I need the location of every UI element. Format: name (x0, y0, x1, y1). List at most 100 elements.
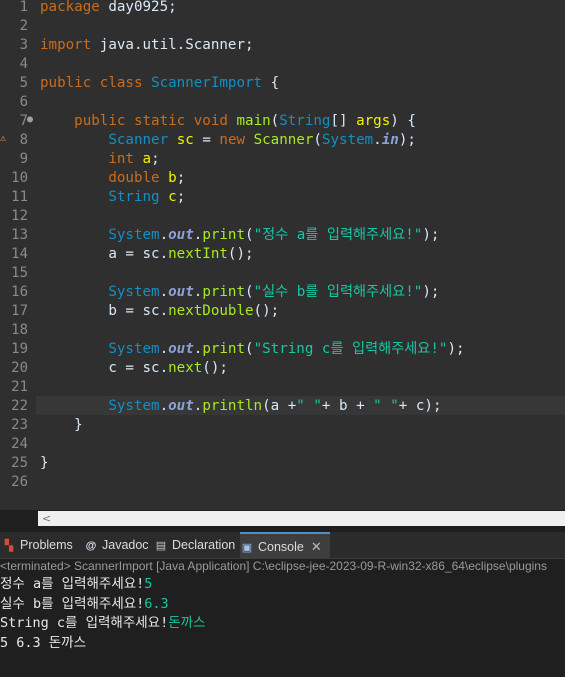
code-token: . (159, 284, 169, 300)
code-token: [] (330, 113, 357, 129)
scroll-left-icon[interactable]: < (42, 511, 51, 526)
code-token: + c); (398, 398, 442, 414)
console-text: 실수 b를 입력해주세요! (0, 595, 145, 612)
horizontal-scrollbar[interactable]: < (38, 511, 565, 526)
tab-javadoc[interactable]: @ Javadoc (84, 532, 149, 558)
line-number: 13 (11, 227, 28, 243)
code-token: ); (422, 284, 440, 300)
code-line[interactable]: a = sc.nextInt(); (40, 245, 253, 264)
warning-icon: ⚠ (0, 133, 7, 144)
console-user-input: 돈까스 (168, 615, 206, 631)
code-token: "String c를 입력해주세요!" (253, 341, 448, 357)
close-icon[interactable]: ✕ (311, 539, 322, 554)
line-number: 24 (11, 436, 28, 452)
console-text: 정수 a를 입력해주세요! (0, 576, 145, 592)
bottom-panel-tabs: ▚ Problems @ Javadoc ▤ Declaration ▣ Console… (0, 532, 565, 559)
code-line[interactable]: public static void main(String[] args) { (40, 112, 416, 131)
code-line[interactable]: System.out.print("String c를 입력해주세요!"); (40, 340, 465, 359)
code-line[interactable]: System.out.print("실수 b를 입력해주세요!"); (40, 283, 439, 302)
code-token: b = sc. (40, 303, 169, 319)
code-line[interactable]: b = sc.nextDouble(); (40, 302, 279, 321)
line-number: 7 (19, 113, 28, 129)
code-line[interactable]: public class ScannerImport { (40, 74, 279, 93)
line-number: 1 (19, 0, 28, 15)
code-token: ( (313, 132, 322, 148)
code-token: Scanner (253, 132, 314, 148)
code-token: next (168, 360, 203, 376)
code-line[interactable]: int a; (40, 150, 159, 169)
console-text: 5 6.3 돈까스 (0, 634, 87, 651)
code-token: nextInt (168, 246, 228, 262)
line-number: 12 (11, 208, 28, 224)
line-number: 21 (11, 379, 28, 395)
code-token: String (279, 113, 331, 129)
console-line: String c를 입력해주세요!돈까스 (0, 614, 205, 633)
line-number: 20 (11, 360, 28, 376)
code-line[interactable]: System.out.println(a +" "+ b + " "+ c); (40, 397, 442, 416)
line-number-gutter: 1 2 3 4 5 6 7 8 9 10 11 12 13 14 15 16 17 18 19 20 21 22 23 24 2… (0, 0, 34, 510)
code-token: main (236, 113, 271, 129)
code-token: } (40, 417, 83, 433)
code-token: out (168, 341, 194, 357)
code-token: import (40, 37, 92, 53)
line-number: 14 (11, 246, 28, 262)
code-token: ( (245, 284, 254, 300)
code-token: out (168, 398, 194, 414)
tab-console[interactable]: ▣ Console ✕ (240, 532, 330, 558)
code-token: void (193, 113, 228, 129)
line-number: 17 (11, 303, 28, 319)
problems-icon: ▚ (4, 540, 14, 552)
code-token: println (202, 398, 263, 414)
code-token: . (159, 398, 169, 414)
line-number: 2 (19, 18, 28, 34)
code-token: . (159, 341, 169, 357)
code-line[interactable]: } (40, 416, 83, 435)
console-line: 5 6.3 돈까스 (0, 634, 86, 653)
fold-collapse-icon[interactable]: ● (27, 115, 33, 125)
code-line[interactable]: } (40, 454, 49, 473)
tab-label: Console (258, 540, 304, 554)
code-token: public (40, 75, 92, 91)
code-token: package (40, 0, 100, 15)
code-token: = (193, 132, 220, 148)
tab-declaration[interactable]: ▤ Declaration (154, 532, 235, 558)
code-line[interactable]: System.out.print("정수 a를 입력해주세요!"); (40, 226, 439, 245)
code-token: System (108, 341, 160, 357)
code-token: ( (245, 227, 254, 243)
code-token: ); (447, 341, 465, 357)
console-output[interactable]: 정수 a를 입력해주세요!5 실수 b를 입력해주세요!6.3 String c를 … (0, 575, 565, 677)
code-line[interactable]: Scanner sc = new Scanner(System.in); (40, 131, 416, 150)
code-token: ( (270, 113, 280, 129)
code-token: java.util.Scanner; (91, 37, 254, 53)
code-token: ); (398, 132, 416, 148)
code-line[interactable]: c = sc.next(); (40, 359, 228, 378)
tab-problems[interactable]: ▚ Problems (2, 532, 73, 558)
code-token: int (108, 151, 134, 167)
code-token: double (108, 170, 160, 186)
code-editor[interactable]: 1 2 3 4 5 6 7 8 9 10 11 12 13 14 15 16 17 18 19 20 21 22 23 24 2… (0, 0, 565, 510)
code-line[interactable]: import java.util.Scanner; (40, 36, 254, 55)
line-number: 4 (19, 56, 28, 72)
line-number: 23 (11, 417, 28, 433)
line-number: 19 (11, 341, 28, 357)
code-token: System (108, 227, 160, 243)
tab-label: Problems (20, 538, 73, 552)
code-token: c (168, 189, 177, 205)
console-user-input: 6.3 (144, 595, 169, 612)
code-token: ScannerImport (151, 75, 263, 91)
code-token: Scanner (108, 132, 169, 148)
code-token: (); (253, 303, 280, 319)
code-line[interactable]: String c; (40, 188, 185, 207)
code-token: static (133, 113, 186, 129)
code-line[interactable]: package day0925; (40, 0, 177, 17)
code-line[interactable]: double b; (40, 169, 185, 188)
